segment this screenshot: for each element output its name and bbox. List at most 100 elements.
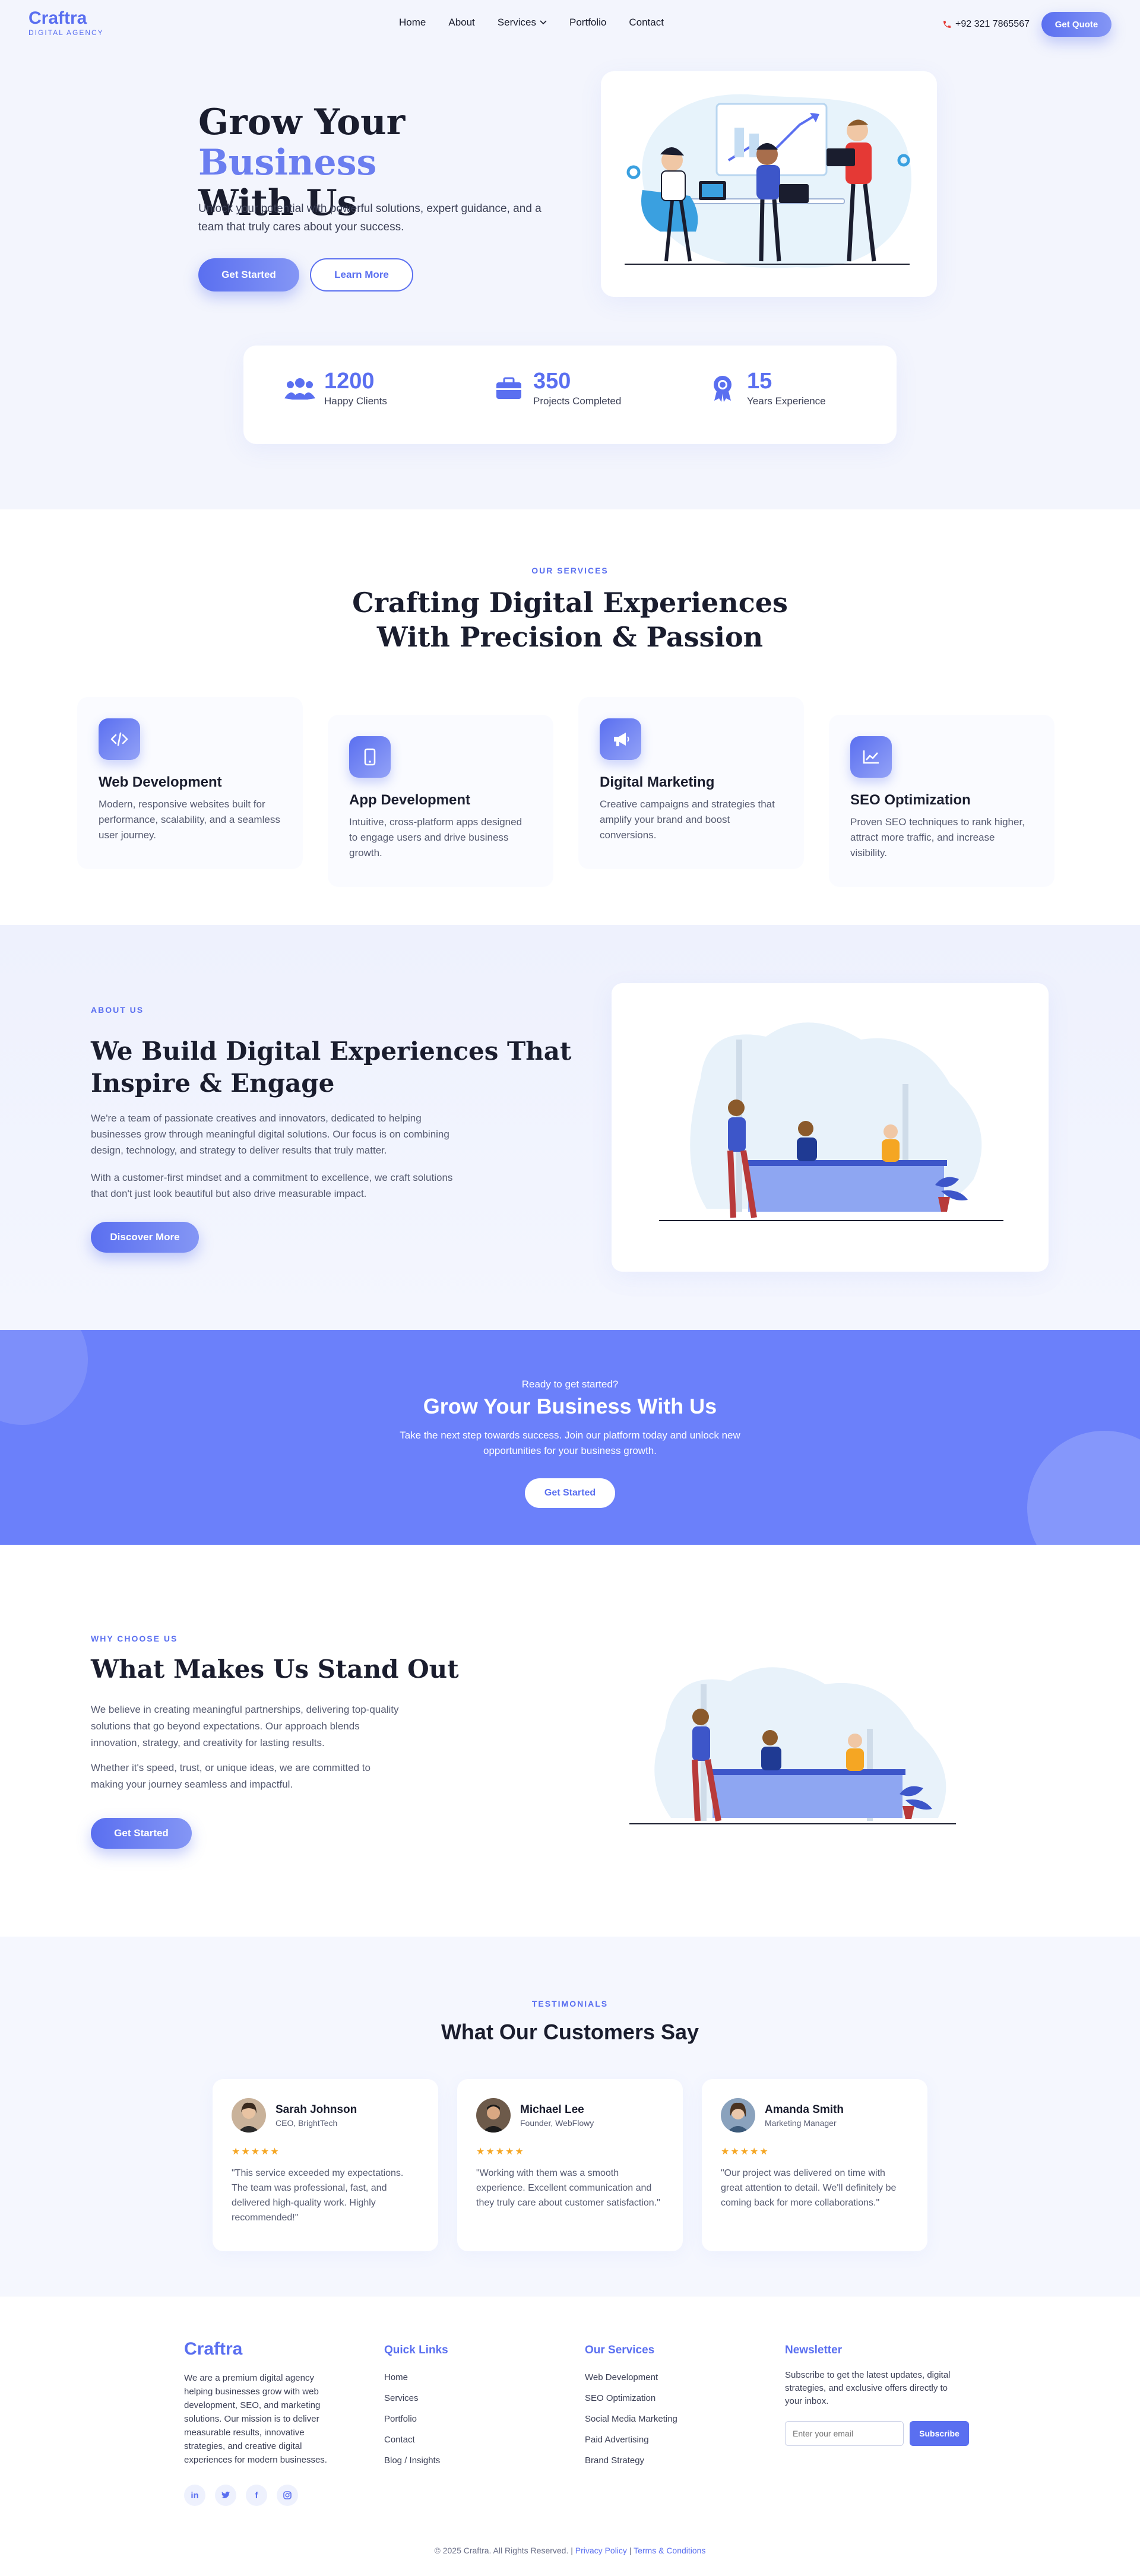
briefcase-icon [493,372,525,404]
footer-newsletter: Newsletter Subscribe to get the latest u… [785,2339,969,2446]
brand-name: Craftra [28,8,87,28]
instagram-icon[interactable] [277,2485,298,2506]
get-quote-button[interactable]: Get Quote [1041,12,1112,37]
star-rating: ★★★★★ [476,2147,525,2157]
footer-link-services[interactable]: Services [384,2393,448,2403]
footer-link-home[interactable]: Home [384,2372,448,2382]
nav-actions: +92 321 7865567 Get Quote [942,12,1112,37]
service-card-seo-optimization[interactable]: SEO Optimization Proven SEO techniques t… [829,715,1054,887]
footer-about-text: We are a premium digital agency helping … [184,2373,327,2465]
service-card-app-development[interactable]: App Development Intuitive, cross-platfor… [328,715,553,887]
stat-value: 1200 [324,369,375,394]
linkedin-icon[interactable]: in [184,2485,205,2506]
stat-value: 15 [747,369,772,394]
code-icon [99,718,140,760]
footer-link-portfolio[interactable]: Portfolio [384,2414,448,2424]
subscribe-button[interactable]: Subscribe [910,2421,969,2446]
services-title-line2: With Precision & Passion [376,621,764,653]
star-rating: ★★★★★ [232,2147,280,2157]
copyright-bar: © 2025 Craftra. All Rights Reserved. | P… [0,2546,1140,2555]
cta-text: Take the next step towards success. Join… [400,1430,740,1456]
discover-more-button[interactable]: Discover More [91,1222,199,1253]
newsletter-title: Newsletter [785,2344,843,2356]
hero-get-started-button[interactable]: Get Started [198,258,299,291]
nav-home[interactable]: Home [399,17,426,28]
customer-name: Sarah Johnson [276,2103,357,2116]
footer-service-paid[interactable]: Paid Advertising [585,2435,677,2445]
copyright-text: © 2025 Craftra. All Rights Reserved. | [434,2546,575,2555]
nav-about[interactable]: About [448,17,474,28]
chevron-down-icon [540,20,547,25]
decorative-circle [1027,1431,1140,1545]
brand-logo[interactable]: Craftra DIGITAL AGENCY [28,9,104,37]
footer-service-social[interactable]: Social Media Marketing [585,2414,677,2424]
terms-link[interactable]: Terms & Conditions [634,2546,705,2555]
megaphone-icon [600,718,641,760]
why-paragraph-1: We believe in creating meaningful partne… [91,1704,399,1748]
service-text: Proven SEO techniques to rank higher, at… [850,816,1025,858]
service-text: Intuitive, cross-platform apps designed … [349,816,522,858]
testimonial-card: Michael Lee Founder, WebFlowy ★★★★★ "Work… [457,2079,683,2251]
cta-banner: Ready to get started? Grow Your Business… [0,1330,1140,1545]
cta-get-started-button[interactable]: Get Started [525,1478,615,1508]
top-nav: Craftra DIGITAL AGENCY Home About Servic… [0,0,1140,47]
footer-link-contact[interactable]: Contact [384,2435,448,2445]
footer-logo[interactable]: Craftra [184,2339,338,2359]
about-section: ABOUT US We Build Digital Experiences Th… [0,925,1140,1330]
testimonials-title: What Our Customers Say [441,2020,699,2044]
services-title: Crafting Digital Experiences With Precisi… [0,585,1140,654]
service-card-digital-marketing[interactable]: Digital Marketing Creative campaigns and… [578,697,804,869]
service-title: Web Development [99,774,222,790]
footer-about-column: Craftra We are a premium digital agency … [184,2339,338,2506]
why-paragraph-2: Whether it's speed, trust, or unique ide… [91,1762,370,1790]
services-title-line1: Crafting Digital Experiences [352,587,788,619]
customer-role: CEO, BrightTech [276,2118,338,2128]
service-card-web-development[interactable]: Web Development Modern, responsive websi… [77,697,303,869]
cta-pretitle: Ready to get started? [521,1379,619,1390]
testimonial-card: Amanda Smith Marketing Manager ★★★★★ "Our… [702,2079,927,2251]
stat-label: Happy Clients [324,395,387,407]
service-text: Creative campaigns and strategies that a… [600,799,775,841]
nav-services[interactable]: Services [498,17,547,28]
footer-service-seo[interactable]: SEO Optimization [585,2393,677,2403]
service-title: SEO Optimization [850,792,971,808]
hero-learn-more-button[interactable]: Learn More [310,258,413,291]
customer-name: Amanda Smith [765,2103,844,2116]
newsletter-email-input[interactable] [785,2421,904,2446]
footer-service-web[interactable]: Web Development [585,2372,677,2382]
team-meeting-illustration [625,94,912,268]
our-services-title: Our Services [585,2344,655,2356]
service-text: Modern, responsive websites built for pe… [99,799,280,841]
copyright-separator: | [626,2546,634,2555]
award-icon [707,372,739,404]
customer-role: Founder, WebFlowy [520,2118,594,2128]
about-eyebrow: ABOUT US [91,1005,144,1015]
hero-title-accent: Business [198,142,377,183]
customer-role: Marketing Manager [765,2118,837,2128]
nav-contact[interactable]: Contact [629,17,664,28]
stat-label: Years Experience [747,395,826,407]
why-get-started-button[interactable]: Get Started [91,1818,192,1849]
about-paragraph-2: With a customer-first mindset and a comm… [91,1172,453,1199]
social-links: in f [184,2485,338,2506]
nav-portfolio[interactable]: Portfolio [569,17,606,28]
footer-service-brand[interactable]: Brand Strategy [585,2455,677,2466]
users-icon [284,372,316,404]
phone-link[interactable]: +92 321 7865567 [942,19,1030,30]
testimonial-quote: "Working with them was a smooth experien… [476,2168,660,2208]
stat-projects-completed: 350 Projects Completed [493,369,621,407]
customer-name: Michael Lee [520,2103,584,2116]
testimonial-card: Sarah Johnson CEO, BrightTech ★★★★★ "This… [213,2079,438,2251]
cta-title: Grow Your Business With Us [423,1394,717,1418]
mobile-icon [349,736,391,778]
facebook-icon[interactable]: f [246,2485,267,2506]
footer-quick-links: Quick Links Home Services Portfolio Cont… [384,2339,448,2476]
testimonial-quote: "This service exceeded my expectations. … [232,2168,404,2223]
stats-bar: 1200 Happy Clients 350 Projects Completed … [243,346,897,444]
main-menu: Home About Services Portfolio Contact [399,17,664,28]
why-illustration [629,1640,968,1836]
privacy-policy-link[interactable]: Privacy Policy [575,2546,627,2555]
service-title: Digital Marketing [600,774,715,790]
twitter-icon[interactable] [215,2485,236,2506]
footer-link-blog[interactable]: Blog / Insights [384,2455,448,2466]
